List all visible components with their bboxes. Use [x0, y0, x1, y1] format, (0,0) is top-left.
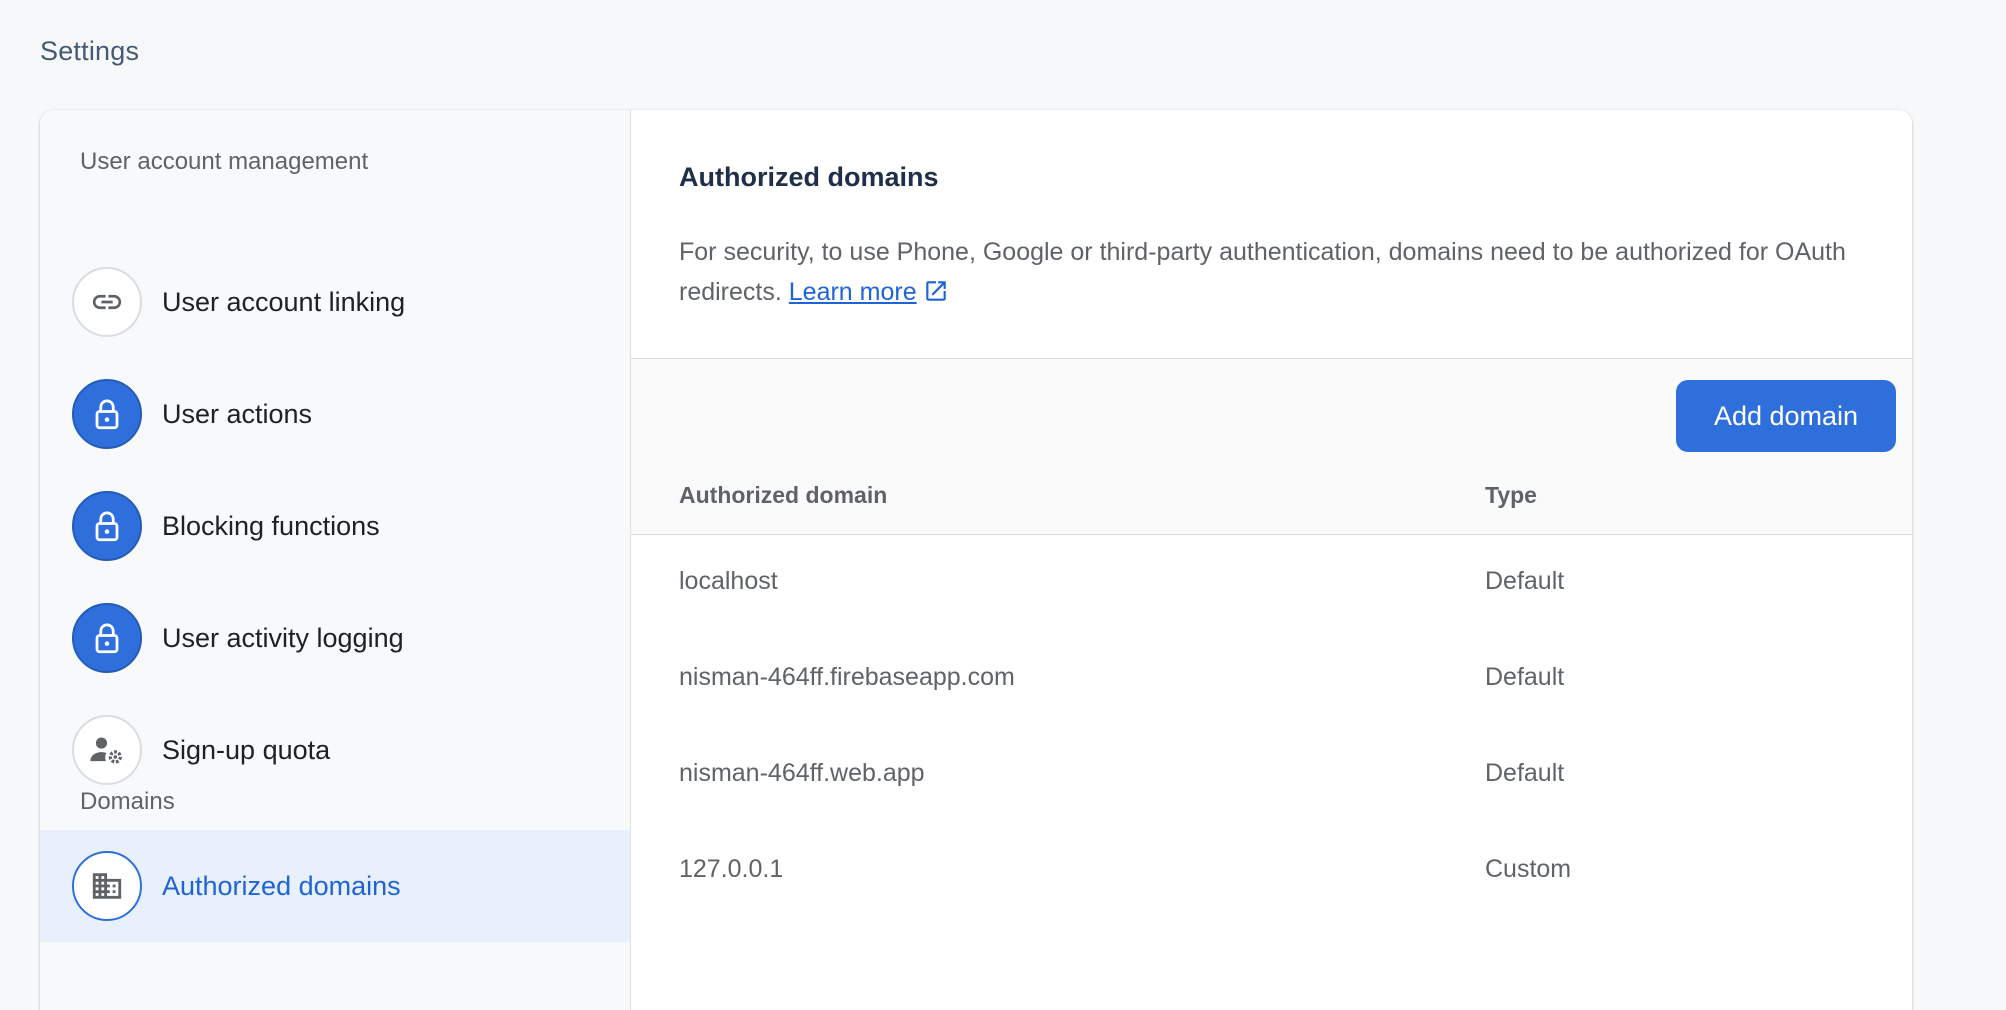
settings-card: User account management User account lin…	[40, 110, 1912, 1010]
main-panel: Authorized domains For security, to use …	[631, 110, 1912, 1010]
sidebar-section-label-user-account-management: User account management	[80, 148, 369, 175]
domain-cell: localhost	[679, 567, 778, 595]
link-icon	[72, 267, 142, 337]
table-row[interactable]: localhost Default	[631, 535, 1912, 632]
domain-cell: 127.0.0.1	[679, 855, 784, 883]
sidebar-item-label: Blocking functions	[162, 510, 380, 541]
type-cell: Default	[1485, 663, 1565, 691]
add-domain-button[interactable]: Add domain	[1676, 380, 1896, 452]
column-header-type[interactable]: Type	[1485, 482, 1537, 509]
building-icon	[72, 851, 142, 921]
lock-icon	[72, 379, 142, 449]
table-row[interactable]: nisman-464ff.firebaseapp.com Default	[631, 631, 1912, 728]
type-cell: Default	[1485, 567, 1565, 595]
sidebar-item-user-actions[interactable]: User actions	[40, 358, 630, 470]
person-gear-icon	[72, 715, 142, 785]
section-title: Authorized domains	[679, 162, 939, 192]
table-row[interactable]: 127.0.0.1 Custom	[631, 823, 1912, 920]
page-title: Settings	[40, 36, 140, 66]
table-empty-area	[631, 919, 1912, 1010]
sidebar-item-user-activity-logging[interactable]: User activity logging	[40, 582, 630, 694]
sidebar-item-label: User actions	[162, 398, 313, 429]
column-header-authorized-domain[interactable]: Authorized domain	[679, 482, 887, 509]
type-cell: Custom	[1485, 855, 1572, 883]
sidebar-section-label-domains: Domains	[80, 788, 175, 815]
section-header: Authorized domains For security, to use …	[631, 110, 1912, 359]
sidebar-item-label: User account linking	[162, 286, 406, 317]
domain-cell: nisman-464ff.firebaseapp.com	[679, 663, 1015, 691]
sidebar-item-blocking-functions[interactable]: Blocking functions	[40, 470, 630, 582]
open-in-new-icon[interactable]	[923, 276, 949, 316]
sidebar-item-label: Sign-up quota	[162, 734, 331, 765]
sidebar: User account management User account lin…	[40, 110, 631, 1010]
lock-icon	[72, 603, 142, 673]
table-row[interactable]: nisman-464ff.web.app Default	[631, 727, 1912, 824]
type-cell: Default	[1485, 759, 1565, 787]
domain-cell: nisman-464ff.web.app	[679, 759, 925, 787]
sidebar-item-label: Authorized domains	[162, 870, 401, 901]
table-header: Authorized domain Type	[631, 468, 1912, 535]
learn-more-link[interactable]: Learn more	[789, 278, 917, 306]
sidebar-item-label: User activity logging	[162, 622, 404, 653]
lock-icon	[72, 491, 142, 561]
sidebar-item-user-account-linking[interactable]: User account linking	[40, 246, 630, 358]
sidebar-item-authorized-domains[interactable]: Authorized domains	[40, 830, 630, 942]
section-description: For security, to use Phone, Google or th…	[679, 232, 1869, 316]
